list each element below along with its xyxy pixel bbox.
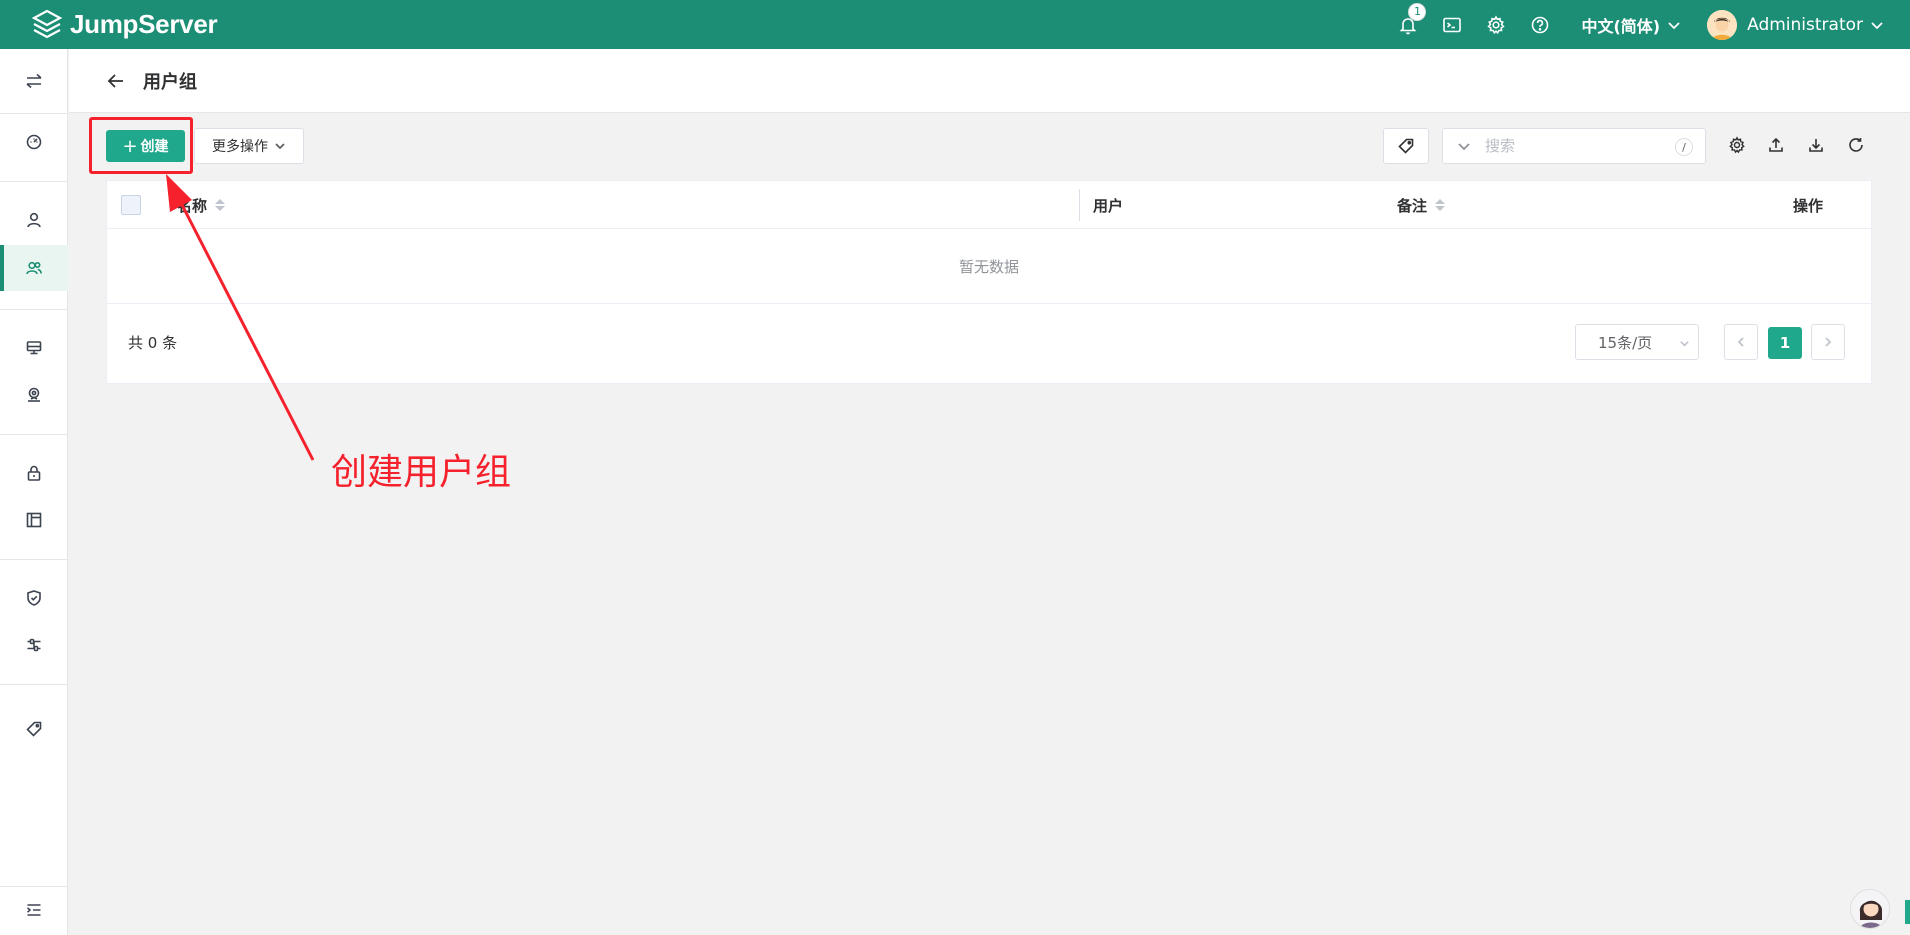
more-actions-button[interactable]: 更多操作 [194,128,304,164]
column-header-comment[interactable]: 备注 [1397,181,1446,229]
sidebar [0,49,68,935]
gear-icon [1729,136,1745,154]
column-header-actions: 操作 [1793,181,1823,229]
prev-page-button[interactable] [1724,324,1758,360]
help-icon [1532,16,1549,33]
user-group-table: 名称 用户 备注 操作 暂无数据 [106,180,1872,304]
location-icon [28,387,40,402]
user-name: Administrator [1747,14,1863,35]
select-all-checkbox[interactable] [121,195,141,215]
create-button[interactable]: + 创建 [106,130,185,162]
import-button[interactable] [1805,134,1827,156]
jumpserver-logo-icon [31,9,63,38]
page-size-select[interactable]: 15条/页 [1575,324,1699,360]
language-selector[interactable]: 中文(简体) [1581,13,1681,37]
table-header: 名称 用户 备注 操作 [107,181,1871,229]
table-settings-button[interactable] [1726,134,1748,156]
column-header-name[interactable]: 名称 [177,181,226,229]
sidebar-item-user-groups[interactable] [0,245,68,291]
sidebar-item-dashboard[interactable] [0,119,68,165]
user-menu[interactable]: Administrator [1707,9,1884,40]
search-shortcut-hint: / [1675,138,1693,156]
refresh-button[interactable] [1845,134,1867,156]
collapse-sidebar-button[interactable] [0,887,68,933]
page-header: 用户组 [69,49,1910,113]
user-icon [27,212,41,228]
user-group-icon [26,261,42,275]
terminal-icon [1443,17,1462,32]
chevron-right-icon [1825,337,1832,347]
tag-icon [26,721,42,737]
empty-state-text: 暂无数据 [958,258,1019,276]
app-name: JumpServer [70,9,218,39]
search-box: / [1442,128,1706,164]
side-panel-tab[interactable] [1905,900,1910,924]
sidebar-item-permissions[interactable] [0,450,68,496]
column-header-users: 用户 [1093,181,1123,229]
back-button[interactable] [105,70,127,92]
notification-badge: 1 [1408,2,1427,21]
avatar [1707,9,1738,40]
next-page-button[interactable] [1811,324,1845,360]
chevron-down-icon [275,143,285,150]
create-button-label: 创建 [140,139,169,155]
lock-icon [27,465,41,481]
sidebar-item-zones[interactable] [0,372,68,418]
chevron-down-icon [1668,21,1680,29]
collapse-menu-icon [26,904,41,916]
plus-icon: + [122,135,138,157]
top-bar: JumpServer 1 中文(简体) Administrator [0,0,1910,49]
switch-view-icon [26,73,42,89]
chevron-down-icon [1680,341,1689,347]
chevron-down-icon[interactable] [1457,139,1471,153]
gear-icon [1487,14,1506,34]
annotation-text: 创建用户组 [331,452,512,493]
chevron-left-icon [1737,337,1744,347]
logo[interactable]: JumpServer [30,8,218,42]
column-name-label: 名称 [177,196,208,215]
layout-icon [26,512,42,528]
search-input[interactable] [1485,137,1665,155]
download-icon [1809,139,1823,152]
switch-view-button[interactable] [0,58,68,104]
settings-button[interactable] [1485,14,1507,36]
sidebar-item-layout[interactable] [0,497,68,543]
sidebar-item-audit[interactable] [0,575,68,621]
sort-icon[interactable] [1435,199,1446,211]
sidebar-item-filters[interactable] [0,622,68,668]
tag-icon [1398,138,1414,154]
notification-button[interactable]: 1 [1397,2,1427,36]
help-button[interactable] [1529,14,1551,36]
sort-icon[interactable] [215,199,226,211]
column-actions-label: 操作 [1793,196,1824,215]
chevron-down-icon [1871,21,1883,29]
tag-filter-button[interactable] [1383,128,1429,164]
refresh-icon [1849,138,1863,152]
shield-check-icon [27,590,41,606]
more-actions-label: 更多操作 [212,139,268,155]
language-label: 中文(简体) [1581,16,1661,36]
dashboard-icon [26,134,42,150]
page-title: 用户组 [143,71,197,93]
page-size-label: 15条/页 [1598,333,1653,352]
pagination-bar: 共 0 条 15条/页 1 [106,304,1872,384]
asset-icon [26,341,42,355]
column-users-label: 用户 [1093,196,1124,215]
total-count: 共 0 条 [128,334,178,352]
sidebar-item-tags[interactable] [0,706,68,752]
export-button[interactable] [1765,134,1787,156]
arrow-left-icon [107,73,123,88]
filter-settings-icon [27,638,41,652]
sidebar-item-assets[interactable] [0,325,68,371]
assistant-avatar-button[interactable] [1850,889,1890,929]
column-comment-label: 备注 [1397,196,1428,215]
upload-icon [1769,137,1783,152]
column-divider[interactable] [1079,189,1080,221]
web-terminal-button[interactable] [1441,14,1463,36]
page-number-current[interactable]: 1 [1768,327,1802,359]
sidebar-item-users[interactable] [0,197,68,243]
